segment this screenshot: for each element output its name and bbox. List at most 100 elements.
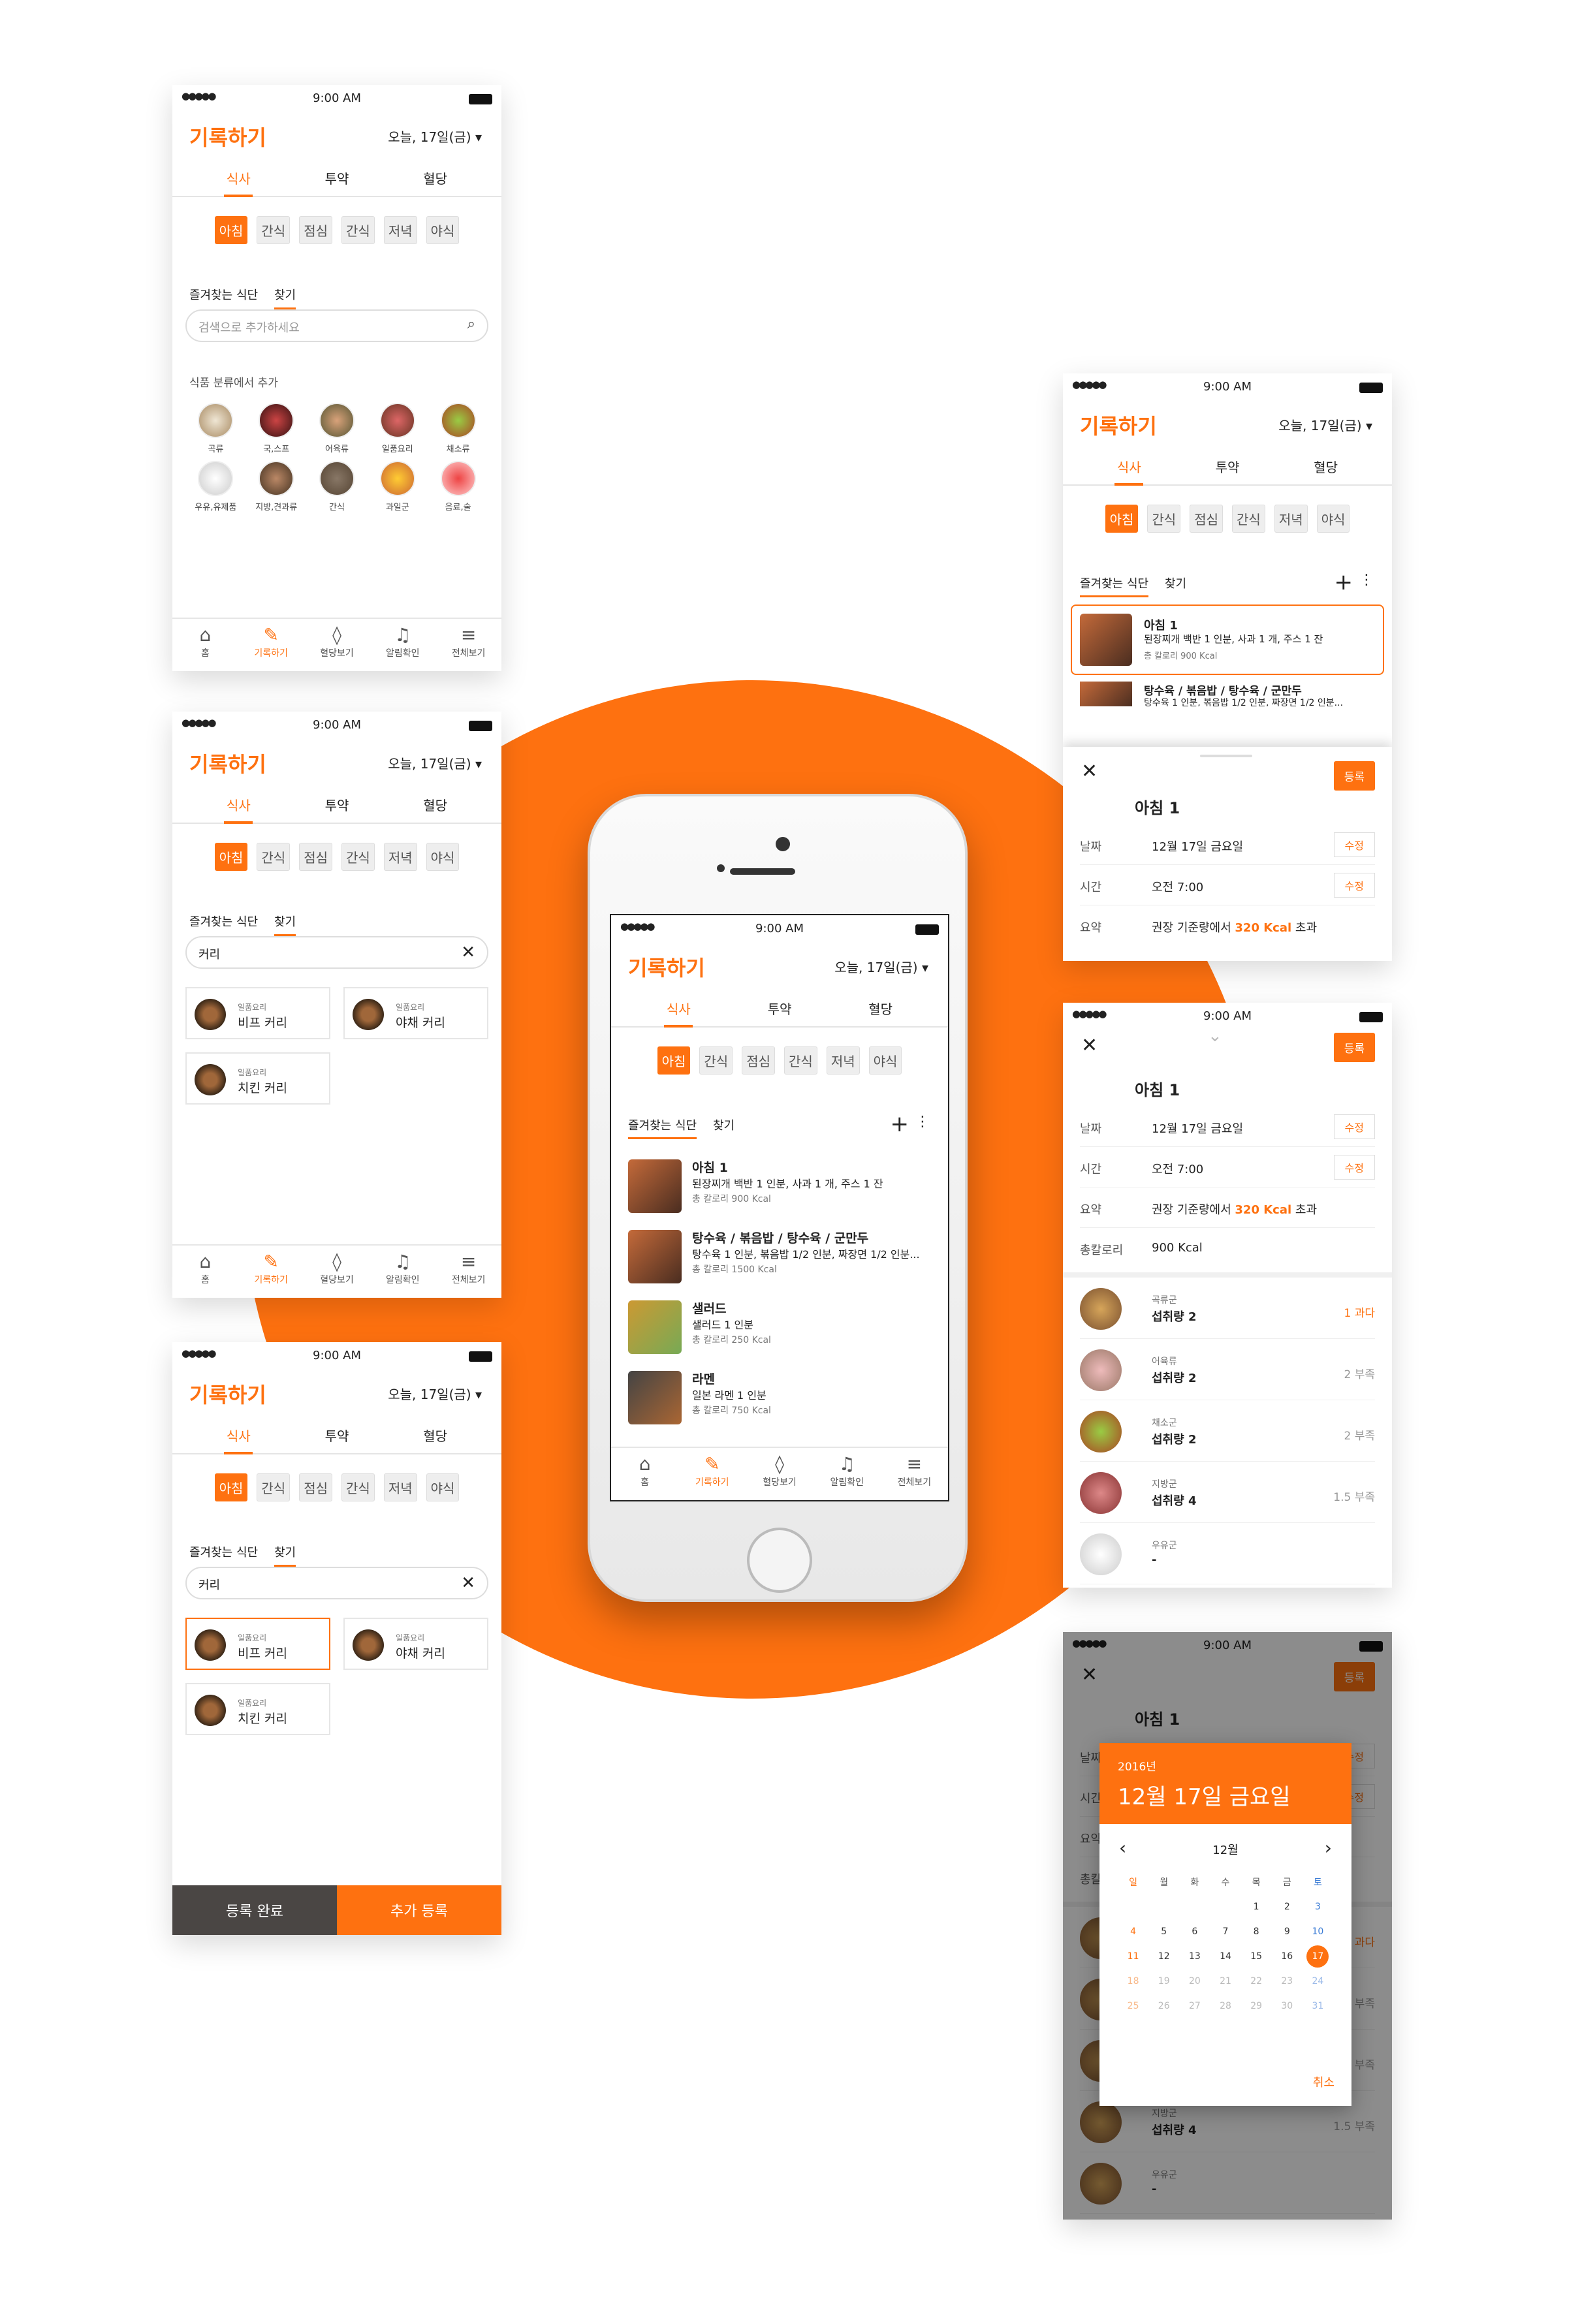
add-icon[interactable]: + [891,1111,909,1137]
chip-snack[interactable]: 간식 [257,842,291,871]
category-soup[interactable]: 국,스프 [246,403,307,454]
tab-blood-sugar[interactable]: 혈당 [386,1418,484,1453]
close-icon[interactable]: ✕ [1081,760,1098,783]
chip-snack2[interactable]: 간식 [341,215,375,244]
chip-snack2[interactable]: 간식 [341,1473,375,1501]
nav-record[interactable]: ✎ 기록하기 [678,1448,746,1500]
chip-snack[interactable]: 간식 [257,1473,291,1501]
calendar-day[interactable]: 30 [1272,1994,1303,2018]
calendar-day[interactable]: 13 [1179,1944,1210,1969]
tab-medication[interactable]: 투약 [288,1418,387,1453]
subtab-favorites[interactable]: 즐겨찾는 식단 [189,286,258,303]
calendar-day[interactable]: 22 [1241,1969,1272,1994]
chip-lunch[interactable]: 점심 [1190,504,1223,533]
tab-meal[interactable]: 식사 [189,161,288,197]
chip-lunch[interactable]: 점심 [299,842,332,871]
calendar-day[interactable]: 1 [1241,1894,1272,1919]
chip-breakfast[interactable]: 아침 [214,215,248,244]
chip-snack2[interactable]: 간식 [341,842,375,871]
calendar-day[interactable]: 24 [1303,1969,1333,1994]
calendar-day[interactable]: 15 [1241,1944,1272,1969]
category-snack[interactable]: 간식 [307,461,368,512]
chip-breakfast[interactable]: 아침 [214,1473,248,1501]
nav-home[interactable]: ⌂ 홈 [172,1246,238,1298]
search-input[interactable]: 커리 ✕ [185,1567,488,1599]
calendar-day[interactable]: 5 [1148,1919,1179,1944]
calendar-day[interactable]: 17 [1303,1944,1333,1969]
selected-day[interactable]: 17 [1306,1945,1329,1968]
chip-breakfast[interactable]: 아침 [1105,504,1139,533]
home-button[interactable] [747,1528,812,1593]
add-button[interactable]: 추가 등록 [337,1885,501,1935]
clear-icon[interactable]: ✕ [461,1573,475,1593]
chip-dinner[interactable]: 저녁 [383,1473,417,1501]
subtab-find[interactable]: 찾기 [274,286,296,309]
category-vegetable[interactable]: 채소류 [428,403,488,454]
result-card-selected[interactable]: 일품요리 비프 커리 [185,1618,330,1670]
date-selector[interactable]: 오늘, 17일(금) ▾ [1278,415,1372,434]
category-nuts[interactable]: 지방,견과류 [246,461,307,512]
subtab-favorites[interactable]: 즐겨찾는 식단 [1080,574,1149,597]
nav-record[interactable]: ✎ 기록하기 [238,1246,304,1298]
subtab-find[interactable]: 찾기 [713,1116,735,1133]
edit-button[interactable]: 수정 [1333,832,1375,857]
nav-blood-sugar[interactable]: ◊ 혈당보기 [304,619,370,671]
calendar-day[interactable]: 18 [1118,1969,1148,1994]
calendar-day[interactable]: 31 [1303,1994,1333,2018]
search-input[interactable]: 검색으로 추가하세요 ⌕ [185,309,488,342]
subtab-find[interactable]: 찾기 [274,1543,296,1567]
result-card[interactable]: 일품요리 치킨 커리 [185,1052,330,1105]
calendar-day[interactable]: 20 [1179,1969,1210,1994]
calendar-day[interactable]: 8 [1241,1919,1272,1944]
calendar-day[interactable]: 10 [1303,1919,1333,1944]
calendar-day[interactable]: 4 [1118,1919,1148,1944]
calendar-day[interactable]: 28 [1210,1994,1240,2018]
calendar-day[interactable]: 26 [1148,1994,1179,2018]
tab-blood-sugar[interactable]: 혈당 [386,161,484,196]
list-item[interactable]: 아침 1 된장찌개 백반 1 인분, 사과 1 개, 주스 1 잔총 칼로리 90… [628,1153,931,1223]
edit-button[interactable]: 수정 [1333,873,1375,898]
nav-all[interactable]: ≡ 전체보기 [435,1246,501,1298]
category-dish[interactable]: 일품요리 [367,403,428,454]
edit-button[interactable]: 수정 [1333,1114,1375,1139]
tab-blood-sugar[interactable]: 혈당 [830,991,931,1026]
chip-latenight[interactable]: 야식 [868,1046,902,1075]
chip-latenight[interactable]: 야식 [426,1473,460,1501]
chip-snack2[interactable]: 간식 [784,1046,817,1075]
chip-snack[interactable]: 간식 [1147,504,1181,533]
calendar-day[interactable]: 23 [1272,1969,1303,1994]
date-selector[interactable]: 오늘, 17일(금) ▾ [388,1384,482,1403]
cancel-button[interactable]: 취소 [1313,2073,1335,2090]
done-button[interactable]: 등록 완료 [172,1885,337,1935]
chip-latenight[interactable]: 야식 [1316,504,1350,533]
result-card[interactable]: 일품요리 비프 커리 [185,987,330,1039]
calendar-day[interactable]: 14 [1210,1944,1240,1969]
nav-all[interactable]: ≡ 전체보기 [881,1448,948,1500]
calendar-day[interactable]: 6 [1179,1919,1210,1944]
nav-alerts[interactable]: ♫ 알림확인 [370,619,435,671]
date-selector[interactable]: 오늘, 17일(금) ▾ [388,127,482,146]
category-grain[interactable]: 곡류 [185,403,246,454]
calendar-day[interactable]: 21 [1210,1969,1240,1994]
register-button[interactable]: 등록 [1333,761,1375,791]
chevron-right-icon[interactable]: › [1325,1837,1332,1859]
chip-latenight[interactable]: 야식 [426,842,460,871]
chip-breakfast[interactable]: 아침 [214,842,248,871]
category-fruit[interactable]: 과일군 [367,461,428,512]
subtab-favorites[interactable]: 즐겨찾는 식단 [189,1543,258,1560]
result-card[interactable]: 일품요리 야채 커리 [343,1618,488,1670]
chip-lunch[interactable]: 점심 [299,215,332,244]
calendar-day[interactable]: 16 [1272,1944,1303,1969]
search-icon[interactable]: ⌕ [467,316,475,332]
chip-dinner[interactable]: 저녁 [826,1046,860,1075]
clear-icon[interactable]: ✕ [461,943,475,962]
chip-latenight[interactable]: 야식 [426,215,460,244]
list-item[interactable]: 탕수육 / 볶음밥 / 탕수육 / 군만두 탕수육 1 인분, 볶음밥 1/2 인… [628,1223,931,1294]
chip-lunch[interactable]: 점심 [299,1473,332,1501]
tab-meal[interactable]: 식사 [189,787,288,824]
tab-meal[interactable]: 식사 [189,1418,288,1454]
calendar-day[interactable]: 12 [1148,1944,1179,1969]
nav-all[interactable]: ≡ 전체보기 [435,619,501,671]
add-icon[interactable]: + [1335,569,1353,595]
nav-home[interactable]: ⌂ 홈 [611,1448,678,1500]
